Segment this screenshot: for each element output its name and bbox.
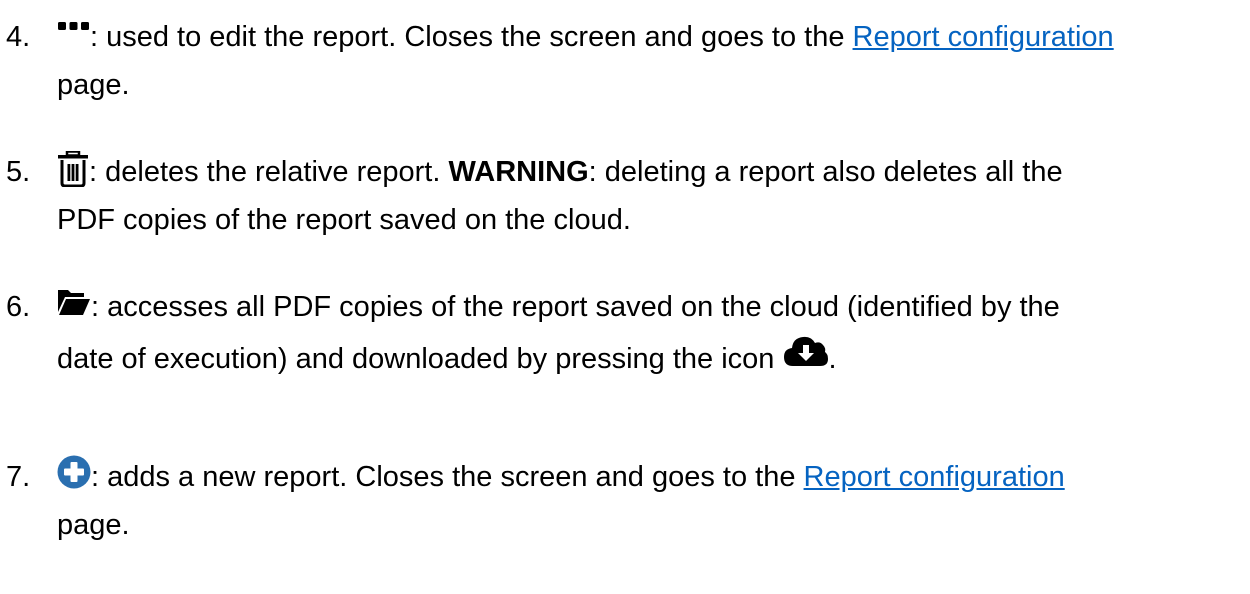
warning-label: WARNING bbox=[448, 156, 589, 188]
item-number: 4. bbox=[6, 21, 31, 53]
item-text: : used to edit the report. Closes the sc… bbox=[90, 21, 853, 53]
folder-open-icon[interactable] bbox=[57, 290, 91, 324]
item-number: 7. bbox=[6, 461, 31, 493]
item-continued-text: page. bbox=[57, 509, 130, 541]
more-dots-icon[interactable] bbox=[57, 20, 90, 54]
report-configuration-link[interactable]: Report configuration bbox=[853, 21, 1114, 53]
item-line-1: : used to edit the report. Closes the sc… bbox=[57, 20, 1114, 54]
item-text: : deletes the relative report. bbox=[89, 156, 449, 188]
cloud-download-icon[interactable] bbox=[783, 336, 829, 376]
item-continued-text: date of execution) and downloaded by pre… bbox=[57, 343, 775, 375]
item-text-end: . bbox=[828, 343, 837, 375]
item-number: 5. bbox=[6, 156, 31, 188]
item-line-1: : adds a new report. Closes the screen a… bbox=[57, 455, 1065, 494]
documentation-list: 4. : used to edit the report. Closes the… bbox=[0, 0, 1250, 594]
item-number: 6. bbox=[6, 291, 31, 323]
item-text: : adds a new report. Closes the screen a… bbox=[91, 461, 804, 493]
report-configuration-link[interactable]: Report configuration bbox=[804, 461, 1065, 493]
item-continued-text: page. bbox=[57, 69, 130, 101]
item-text: : accesses all PDF copies of the report … bbox=[91, 291, 1060, 323]
item-line-1: : accesses all PDF copies of the report … bbox=[57, 290, 1060, 324]
item-line-2: date of execution) and downloaded by pre… bbox=[57, 336, 837, 376]
item-text-after: : deleting a report also deletes all the bbox=[588, 156, 1063, 188]
trash-icon[interactable] bbox=[57, 151, 89, 189]
item-line-1: : deletes the relative report. WARNING: … bbox=[57, 151, 1063, 189]
item-continued-text: PDF copies of the report saved on the cl… bbox=[57, 204, 631, 236]
plus-circle-icon[interactable] bbox=[57, 455, 91, 494]
